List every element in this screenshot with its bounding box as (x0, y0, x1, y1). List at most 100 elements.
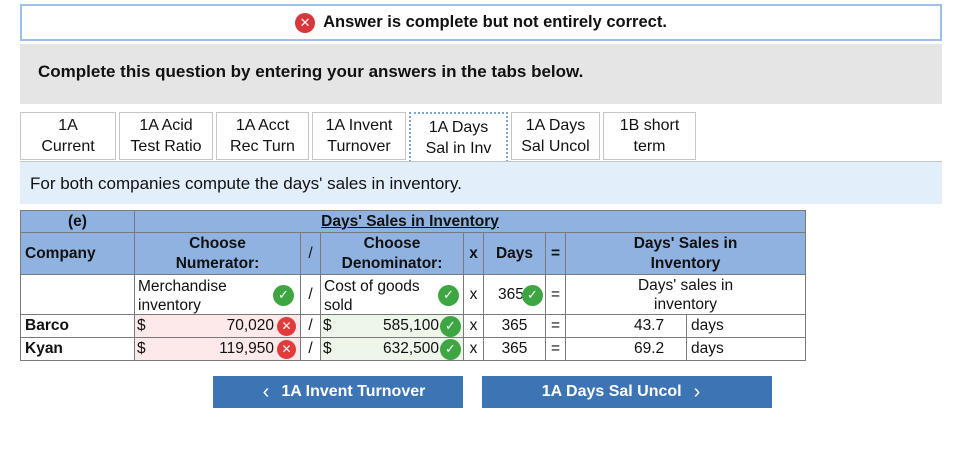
result-label: Days' sales in inventory (637, 276, 734, 313)
equals-symbol: = (550, 340, 561, 357)
slash-cell: / (300, 274, 321, 315)
incorrect-x-icon: ✕ (277, 316, 296, 336)
correct-check-icon: ✓ (438, 284, 459, 306)
numerator-input-kyan[interactable]: $ 119,950 ✕ (134, 337, 301, 361)
tab-1a-current[interactable]: 1A Current (20, 112, 116, 160)
chevron-left-icon: ‹ (262, 380, 270, 403)
days-header: Days (483, 232, 546, 275)
result-kyan: 69.2 days (564, 337, 807, 361)
numerator-amount: 119,950 (219, 339, 274, 357)
tab-label: 1A Acid (139, 117, 193, 134)
company-header-text: Company (25, 244, 96, 262)
e-label: (e) (68, 212, 87, 230)
tab-1a-invent-turnover[interactable]: 1A Invent Turnover (312, 112, 406, 160)
tab-label: term (633, 138, 666, 155)
result-barco: 43.7 days (564, 314, 807, 338)
next-tab-label: 1A Days Sal Uncol (541, 383, 682, 400)
tab-1b-short-term[interactable]: 1B short term (603, 112, 696, 160)
days-input[interactable]: 365 ✓ (483, 274, 546, 315)
currency-symbol: $ (323, 316, 332, 334)
company-barco: Barco (20, 314, 135, 338)
tab-label: Current (41, 138, 95, 155)
times-header: x (463, 232, 484, 275)
currency-symbol: $ (137, 316, 146, 334)
times-cell: x (463, 314, 484, 338)
tab-label: Test Ratio (130, 138, 202, 155)
tab-label: 1A Days (525, 117, 586, 134)
currency-symbol: $ (323, 339, 332, 357)
result-value: 43.7 (634, 316, 665, 334)
times-cell: x (463, 337, 484, 361)
empty-company-cell (20, 274, 135, 315)
instruction-text: Complete this question by entering your … (38, 62, 584, 81)
tab-1a-days-sal-uncol[interactable]: 1A Days Sal Uncol (511, 112, 600, 160)
days-header-text: Days (495, 244, 534, 262)
slash-symbol: / (308, 317, 313, 334)
equals-symbol: = (550, 285, 561, 303)
instruction-bar: Complete this question by entering your … (20, 44, 942, 104)
denominator-header-text: Choose Denominator: (341, 234, 443, 272)
tab-label: 1A Invent (325, 117, 393, 134)
numerator-amount: 70,020 (226, 316, 274, 334)
correct-check-icon: ✓ (440, 338, 461, 360)
banner-message: Answer is complete but not entirely corr… (323, 13, 667, 31)
tab-label: Rec Turn (230, 138, 295, 155)
numerator-input-barco[interactable]: $ 70,020 ✕ (134, 314, 301, 338)
currency-symbol: $ (137, 339, 146, 357)
days-value: 365 (501, 340, 528, 357)
tab-1a-acid-test-ratio[interactable]: 1A Acid Test Ratio (119, 112, 213, 160)
times-symbol: x (469, 285, 478, 303)
result-banner: ✕ Answer is complete but not entirely co… (20, 4, 942, 41)
days-cell-kyan: 365 (483, 337, 546, 361)
tab-label: 1A (58, 117, 78, 134)
tab-label: Sal Uncol (521, 138, 590, 155)
company-header: Company (20, 232, 135, 275)
tab-label: 1A Acct (235, 117, 290, 134)
company-name: Kyan (25, 340, 63, 357)
equals-symbol: = (550, 317, 561, 334)
days-value: 365 (501, 317, 528, 334)
denominator-select[interactable]: Cost of goods sold ✓ (320, 274, 464, 315)
result-header-text: Days' Sales in Inventory (633, 234, 738, 272)
slash-header: / (300, 232, 321, 275)
days-cell-barco: 365 (483, 314, 546, 338)
tab-panel-prompt: For both companies compute the days' sal… (20, 162, 942, 204)
slash-symbol: / (308, 244, 313, 262)
denominator-input-barco[interactable]: $ 585,100 ✓ (320, 314, 464, 338)
table-title-cell: Days' Sales in Inventory (133, 210, 807, 233)
result-unit: days (686, 337, 724, 361)
slash-symbol: / (308, 285, 313, 303)
slash-cell: / (300, 314, 321, 338)
prev-tab-button[interactable]: ‹ 1A Invent Turnover (213, 376, 463, 408)
result-header: Days' Sales in Inventory (564, 232, 807, 275)
incorrect-x-icon: ✕ (277, 339, 296, 359)
denominator-amount: 632,500 (382, 339, 439, 357)
denominator-amount: 585,100 (382, 316, 439, 334)
numerator-header-text: Choose Numerator: (175, 234, 260, 272)
header-e-label: (e) (20, 210, 135, 233)
result-unit: days (686, 314, 724, 338)
tab-label: Turnover (327, 138, 391, 155)
next-tab-button[interactable]: 1A Days Sal Uncol › (482, 376, 772, 408)
chevron-right-icon: › (693, 380, 701, 403)
times-symbol: x (469, 340, 478, 357)
equals-symbol: = (550, 244, 561, 262)
result-label-cell: Days' sales in inventory (564, 274, 807, 315)
numerator-select[interactable]: Merchandise inventory ✓ (134, 274, 301, 315)
tab-1a-acct-rec-turn[interactable]: 1A Acct Rec Turn (216, 112, 309, 160)
denominator-value: Cost of goods sold (324, 277, 420, 314)
times-symbol: x (469, 244, 478, 262)
company-name: Barco (25, 317, 69, 334)
equals-cell: = (545, 314, 566, 338)
tab-1a-days-sal-in-inv[interactable]: 1A Days Sal in Inv (409, 112, 508, 162)
prompt-text: For both companies compute the days' sal… (30, 174, 462, 193)
days-sales-table: (e) Days' Sales in Inventory Company Cho… (20, 210, 807, 361)
equals-cell: = (545, 337, 566, 361)
equals-cell: = (545, 274, 566, 315)
tab-label: 1B short (619, 117, 680, 134)
slash-cell: / (300, 337, 321, 361)
tab-label: 1A Days (428, 119, 489, 136)
result-value: 69.2 (634, 339, 665, 357)
correct-check-icon: ✓ (273, 284, 294, 306)
denominator-input-kyan[interactable]: $ 632,500 ✓ (320, 337, 464, 361)
